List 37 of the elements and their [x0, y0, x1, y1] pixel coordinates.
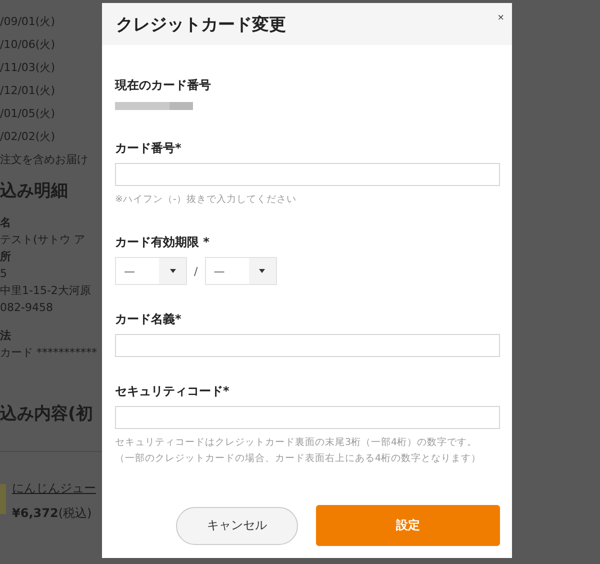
delivery-date: /10/06(火)	[0, 37, 55, 53]
separator: /	[194, 264, 198, 278]
field-label: セキュリティコード*	[115, 383, 230, 400]
field-hint: ※ハイフン（-）抜きで入力してください	[115, 193, 298, 207]
dialog-title: クレジットカード変更	[116, 14, 286, 36]
photo-placeholder	[0, 484, 6, 514]
detail-label: 法	[0, 328, 11, 344]
delivery-date: /12/01(火)	[0, 83, 55, 99]
field-hint: セキュリティコードはクレジットカード裏面の末尾3桁（一部4桁）の数字です。 （一部のクレジットカードの場合、カード表面右上にある4桁の数字となります）	[115, 436, 482, 466]
detail-value: 中里1-15-2大河原	[0, 283, 91, 299]
caret-icon	[170, 269, 176, 273]
input-field[interactable]	[115, 334, 500, 357]
section-heading: 込み明細	[0, 180, 68, 202]
detail-value: テスト(サトウ ア	[0, 232, 85, 248]
field-label: カード有効期限 *	[115, 234, 210, 251]
detail-value: 5	[0, 266, 7, 282]
detail-value: カード ***********	[0, 345, 97, 361]
delivery-date: /09/01(火)	[0, 14, 55, 30]
field-label: カード名義*	[115, 311, 182, 328]
field-label: 現在のカード番号	[115, 77, 212, 94]
detail-label: 名	[0, 215, 11, 231]
close-button[interactable]: ×	[498, 12, 504, 24]
section-heading: 込み内容(初	[0, 403, 93, 425]
caret-icon	[259, 269, 266, 273]
field-label: カード番号*	[115, 140, 182, 157]
year-select[interactable]: —	[204, 257, 277, 285]
cancel-button[interactable]: キャンセル	[176, 506, 298, 544]
input-field[interactable]	[115, 163, 500, 186]
detail-value: 082-9458	[0, 300, 53, 316]
month-select[interactable]: —	[115, 257, 187, 285]
product-price: ¥6,372(税込)	[12, 505, 93, 522]
delivery-date: /02/02(火)	[0, 129, 55, 145]
delivery-date: /01/05(火)	[0, 106, 55, 122]
input-field[interactable]	[115, 406, 500, 429]
delivery-note: 注文を含めお届け	[0, 152, 88, 168]
delivery-date: /11/03(火)	[0, 60, 55, 76]
detail-label: 所	[0, 249, 11, 265]
